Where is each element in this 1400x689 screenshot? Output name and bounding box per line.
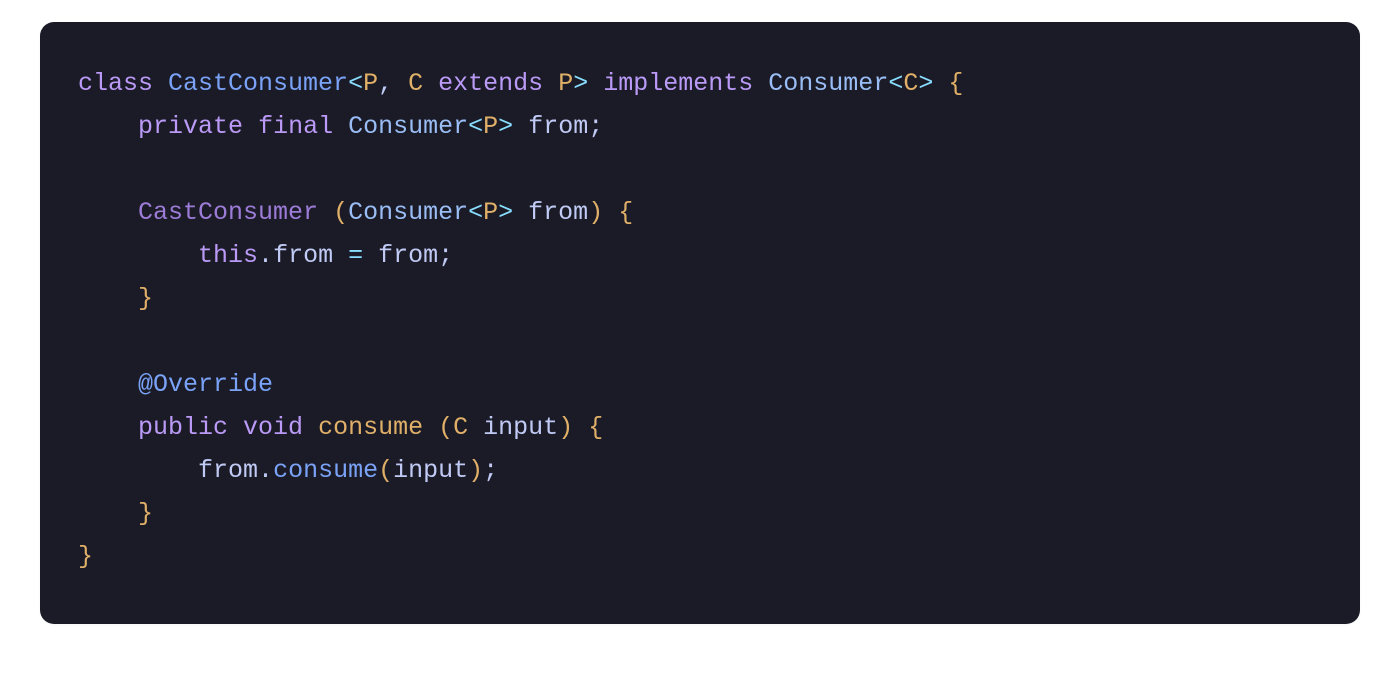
keyword-public: public [138, 413, 228, 442]
code-line-9: public void consume (C input) { [78, 413, 603, 442]
keyword-this: this [198, 241, 258, 270]
class-name: CastConsumer [168, 69, 348, 98]
object-ref: from [198, 456, 258, 485]
code-line-10: from.consume(input); [78, 456, 498, 485]
brace-close: } [138, 284, 153, 313]
paren-close: ) [468, 456, 483, 485]
code-line-5: this.from = from; [78, 241, 453, 270]
brace-close: } [78, 542, 93, 571]
argument: input [393, 456, 468, 485]
brace-open: { [588, 413, 603, 442]
keyword-implements: implements [603, 69, 753, 98]
field-type: Consumer [348, 112, 468, 141]
method-name: consume [318, 413, 423, 442]
keyword-extends: extends [438, 69, 543, 98]
generic-p: P [483, 198, 498, 227]
param-type: C [453, 413, 468, 442]
dot: . [258, 241, 273, 270]
constructor-name: CastConsumer [138, 198, 318, 227]
angle-open: < [468, 112, 483, 141]
paren-open: ( [333, 198, 348, 227]
generic-p: P [483, 112, 498, 141]
annotation-at: @ [138, 370, 153, 399]
brace-open: { [618, 198, 633, 227]
angle-close: > [498, 198, 513, 227]
paren-close: ) [588, 198, 603, 227]
angle-open: < [348, 69, 363, 98]
code-line-6: } [78, 284, 153, 313]
keyword-class: class [78, 69, 153, 98]
brace-close: } [138, 499, 153, 528]
paren-close: ) [558, 413, 573, 442]
angle-close: > [498, 112, 513, 141]
interface-name: Consumer [768, 69, 888, 98]
keyword-final: final [258, 112, 333, 141]
field-ref: from [273, 241, 333, 270]
field-name: from [528, 112, 588, 141]
brace-open: { [948, 69, 963, 98]
method-call: consume [273, 456, 378, 485]
generic-p: P [363, 69, 378, 98]
code-line-12: } [78, 542, 93, 571]
code-line-8: @Override [78, 370, 273, 399]
code-line-4: CastConsumer (Consumer<P> from) { [78, 198, 633, 227]
param-name: from [528, 198, 588, 227]
semicolon: ; [438, 241, 453, 270]
angle-close: > [918, 69, 933, 98]
keyword-private: private [138, 112, 243, 141]
angle-open: < [468, 198, 483, 227]
paren-open: ( [438, 413, 453, 442]
semicolon: ; [483, 456, 498, 485]
code-block: class CastConsumer<P, C extends P> imple… [40, 22, 1360, 624]
annotation-name: Override [153, 370, 273, 399]
angle-close: > [573, 69, 588, 98]
param-type: Consumer [348, 198, 468, 227]
generic-c-arg: C [903, 69, 918, 98]
semicolon: ; [588, 112, 603, 141]
code-line-2: private final Consumer<P> from; [78, 112, 603, 141]
generic-p-bound: P [558, 69, 573, 98]
code-line-11: } [78, 499, 153, 528]
paren-open: ( [378, 456, 393, 485]
code-line-1: class CastConsumer<P, C extends P> imple… [78, 69, 963, 98]
generic-c: C [408, 69, 423, 98]
rhs: from [378, 241, 438, 270]
angle-open: < [888, 69, 903, 98]
keyword-void: void [243, 413, 303, 442]
dot: . [258, 456, 273, 485]
comma: , [378, 69, 393, 98]
param-name: input [483, 413, 558, 442]
equals: = [348, 241, 363, 270]
